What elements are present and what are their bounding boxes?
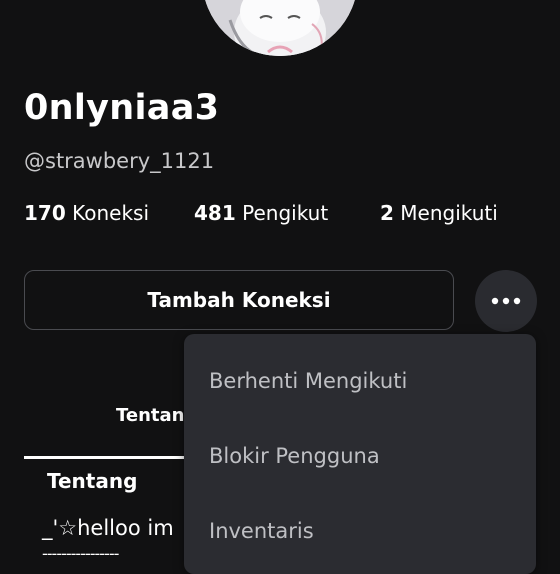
tab-active-indicator xyxy=(24,456,194,459)
more-options-button[interactable] xyxy=(475,270,537,332)
stat-count: 2 xyxy=(380,201,394,225)
stat-followers[interactable]: 481 Pengikut xyxy=(194,201,328,225)
menu-item-block-user[interactable]: Blokir Pengguna xyxy=(209,444,380,468)
stat-label: Koneksi xyxy=(72,201,150,225)
avatar-image xyxy=(202,0,358,56)
stat-label: Pengikut xyxy=(242,201,329,225)
stat-connections[interactable]: 170 Koneksi xyxy=(24,201,149,225)
menu-item-inventory[interactable]: Inventaris xyxy=(209,519,314,543)
about-section-title: Tentang xyxy=(47,469,138,493)
options-menu: Berhenti Mengikuti Blokir Pengguna Inven… xyxy=(184,334,536,574)
more-horizontal-icon xyxy=(491,297,521,305)
about-text: _'☆helloo im xyxy=(42,516,174,540)
stat-label: Mengikuti xyxy=(400,201,498,225)
menu-item-unfollow[interactable]: Berhenti Mengikuti xyxy=(209,369,407,393)
stat-count: 170 xyxy=(24,201,66,225)
add-connection-button[interactable]: Tambah Koneksi xyxy=(24,270,454,330)
username: @strawbery_1121 xyxy=(24,149,215,173)
stat-count: 481 xyxy=(194,201,236,225)
avatar[interactable] xyxy=(202,0,358,56)
about-divider-text: ---------------- xyxy=(42,544,119,563)
display-name: 0nlyniaa3 xyxy=(24,88,220,128)
stat-following[interactable]: 2 Mengikuti xyxy=(380,201,498,225)
